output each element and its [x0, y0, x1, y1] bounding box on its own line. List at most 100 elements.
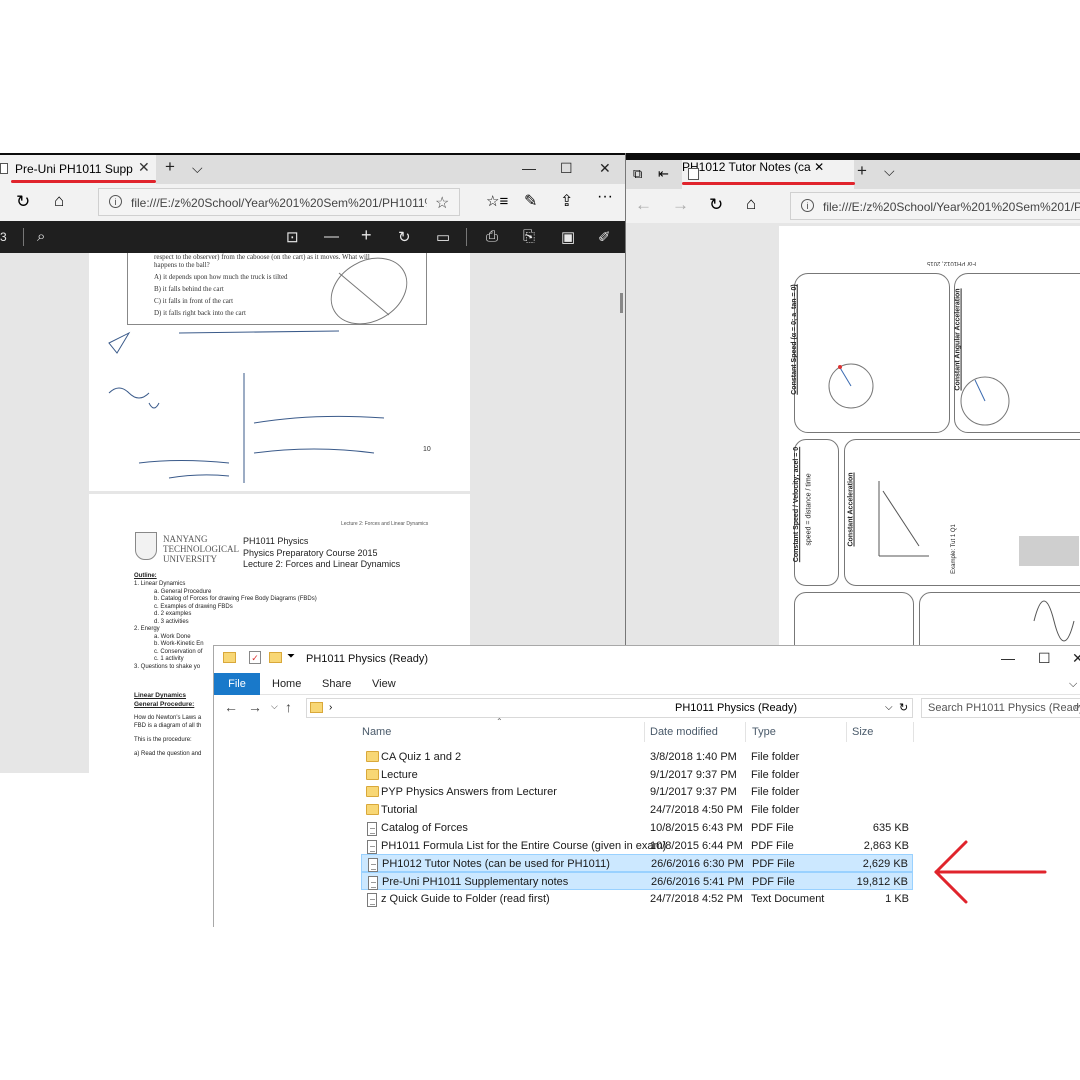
share-icon[interactable]: ⇪ — [560, 191, 573, 211]
path-dropdown-icon[interactable]: ⌵ — [885, 702, 893, 713]
save-as-icon[interactable]: ✐ — [598, 228, 611, 246]
column-header-name[interactable]: Name — [362, 726, 391, 738]
ribbon-tab-home[interactable]: Home — [272, 678, 301, 690]
pdf-file-icon — [368, 875, 378, 890]
file-size: 19,812 KB — [856, 875, 908, 888]
set-aside-tabs-icon[interactable]: ⇤ — [658, 166, 669, 182]
refresh-icon[interactable]: ↻ — [16, 192, 30, 212]
file-row[interactable]: PH1011 Formula List for the Entire Cours… — [361, 837, 913, 855]
toolbar-divider — [466, 228, 467, 246]
print-icon[interactable]: ⎘ — [523, 228, 535, 245]
outline-item: d. 2 examples — [154, 611, 192, 617]
new-tab-icon[interactable]: + — [857, 161, 867, 181]
file-name: Pre-Uni PH1011 Supplementary notes — [382, 875, 569, 888]
left-tab-bar: Pre-Uni PH1011 Supple ✕ + ⌵ — ☐ ✕ — [0, 153, 625, 184]
forward-icon[interactable]: → — [672, 195, 689, 215]
chevron-down-icon[interactable]: ⌵ — [192, 160, 203, 177]
rotate-icon[interactable]: ↻ — [398, 228, 411, 246]
pdf-tab-icon — [688, 168, 699, 180]
column-header-type[interactable]: Type — [752, 726, 776, 738]
new-tab-icon[interactable]: + — [165, 157, 175, 177]
tab-preview-icon[interactable]: ⧉ — [633, 166, 642, 182]
properties-icon[interactable]: ✓ — [249, 651, 261, 664]
minimize-icon[interactable]: — — [522, 160, 536, 176]
chevron-down-icon[interactable]: ⌵ — [884, 163, 895, 180]
pdf-file-icon — [367, 839, 377, 854]
zoom-in-icon[interactable]: + — [361, 225, 372, 246]
address-bar[interactable]: i file:///E:/z%20School/Year%201%20Sem%2… — [98, 188, 460, 216]
close-window-icon[interactable]: ✕ — [599, 160, 611, 177]
more-icon[interactable]: ··· — [597, 188, 613, 206]
customize-toolbar-icon[interactable]: ⏷ — [287, 651, 295, 662]
file-row[interactable]: z Quick Guide to Folder (read first) 24/7… — [361, 890, 913, 908]
favorites-icon[interactable]: ☆≡ — [486, 192, 508, 210]
file-row[interactable]: Pre-Uni PH1011 Supplementary notes 26/6/2… — [361, 871, 913, 890]
file-row[interactable]: Catalog of Forces 10/8/2015 6:43 PM PDF Fi… — [361, 819, 913, 837]
file-name: Tutorial — [381, 804, 418, 817]
home-icon[interactable]: ⌂ — [746, 194, 756, 214]
pen-icon[interactable]: ✎ — [524, 191, 537, 211]
file-date: 24/7/2018 4:50 PM — [650, 804, 743, 817]
ribbon-tab-file[interactable]: File — [214, 673, 260, 695]
search-input[interactable]: Search PH1011 Physics (Ready) ⌕ — [921, 698, 1080, 718]
back-icon[interactable]: ← — [635, 195, 652, 215]
close-window-icon[interactable]: ✕ — [1072, 650, 1080, 667]
column-header-size[interactable]: Size — [852, 726, 873, 738]
minimize-icon[interactable]: — — [1001, 650, 1015, 666]
address-path-bar[interactable]: › PH1011 Physics (Ready) ⌵ ↻ — [306, 698, 913, 718]
folder-icon — [366, 768, 379, 780]
file-type: File folder — [751, 751, 800, 763]
right-tab-bar: ⧉ ⇤ PH1012 Tutor Notes (ca ✕ + ⌵ — [626, 153, 1080, 189]
ribbon-expand-icon[interactable]: ⌵ — [1069, 678, 1077, 691]
close-tab-icon[interactable]: ✕ — [138, 159, 150, 176]
file-row[interactable]: Lecture 9/1/2017 9:37 PM File folder — [361, 766, 913, 784]
up-icon[interactable]: ↑ — [285, 699, 292, 715]
pdf-toolbar: 3 ⌕ ⊡ — + ↻ ▭ ⎙ ⎘ ▣ ✐ — [0, 221, 625, 253]
ribbon-tab-view[interactable]: View — [372, 678, 396, 690]
read-aloud-icon[interactable]: ⎙ — [486, 228, 498, 245]
file-row[interactable]: CA Quiz 1 and 2 3/8/2018 1:40 PM File fold… — [361, 748, 913, 766]
refresh-icon[interactable]: ↻ — [899, 701, 908, 714]
maximize-icon[interactable]: ☐ — [560, 160, 573, 177]
file-row[interactable]: PH1012 Tutor Notes (can be used for PH10… — [361, 854, 913, 873]
column-divider — [846, 722, 847, 742]
outline-item: c. Examples of drawing FBDs — [154, 603, 233, 610]
file-row[interactable]: Tutorial 24/7/2018 4:50 PM File folder — [361, 801, 913, 819]
save-icon[interactable]: ▣ — [561, 228, 575, 246]
new-folder-icon[interactable] — [269, 652, 282, 663]
favorite-star-icon[interactable]: ☆ — [435, 193, 449, 213]
recent-locations-icon[interactable]: ⌵ — [271, 701, 278, 712]
file-size: 2,629 KB — [862, 858, 908, 871]
forward-icon[interactable]: → — [248, 699, 262, 715]
page-indicator: 3 — [0, 230, 7, 244]
file-size: 635 KB — [872, 821, 909, 834]
page-view-icon[interactable]: ▭ — [436, 228, 450, 246]
ribbon-tab-share[interactable]: Share — [322, 678, 351, 690]
file-row[interactable]: PYP Physics Answers from Lecturer 9/1/201… — [361, 783, 913, 801]
text-file-icon — [367, 892, 377, 907]
outline-item: d. 3 activities — [154, 618, 189, 625]
home-icon[interactable]: ⌂ — [54, 191, 64, 211]
file-date: 10/8/2015 6:44 PM — [650, 839, 743, 852]
tab-title: Pre-Uni PH1011 Supple — [15, 162, 133, 176]
file-date: 26/6/2016 6:30 PM — [651, 858, 744, 871]
maximize-icon[interactable]: ☐ — [1038, 650, 1051, 667]
search-icon: ⌕ — [1074, 701, 1080, 713]
sort-arrow-icon: ⌃ — [496, 717, 503, 726]
toolbar-divider — [23, 228, 24, 246]
folder-icon — [366, 786, 379, 798]
fit-page-icon[interactable]: ⊡ — [286, 228, 299, 246]
zoom-out-icon[interactable]: — — [324, 228, 339, 245]
breadcrumb-separator-icon: › — [329, 702, 333, 713]
file-type: File folder — [751, 786, 800, 799]
scrollbar-thumb[interactable] — [620, 293, 623, 313]
file-size: 2,863 KB — [863, 839, 909, 852]
back-icon[interactable]: ← — [224, 699, 238, 715]
column-header-date[interactable]: Date modified — [650, 726, 718, 738]
address-bar[interactable]: i file:///E:/z%20School/Year%201%20Sem%2… — [790, 192, 1080, 220]
tab-underline-annotation — [11, 180, 156, 183]
refresh-icon[interactable]: ↻ — [709, 195, 723, 215]
course-subtitle: Physics Preparatory Course 2015 — [243, 548, 378, 558]
close-tab-icon[interactable]: ✕ — [814, 160, 824, 174]
search-icon[interactable]: ⌕ — [37, 228, 45, 245]
